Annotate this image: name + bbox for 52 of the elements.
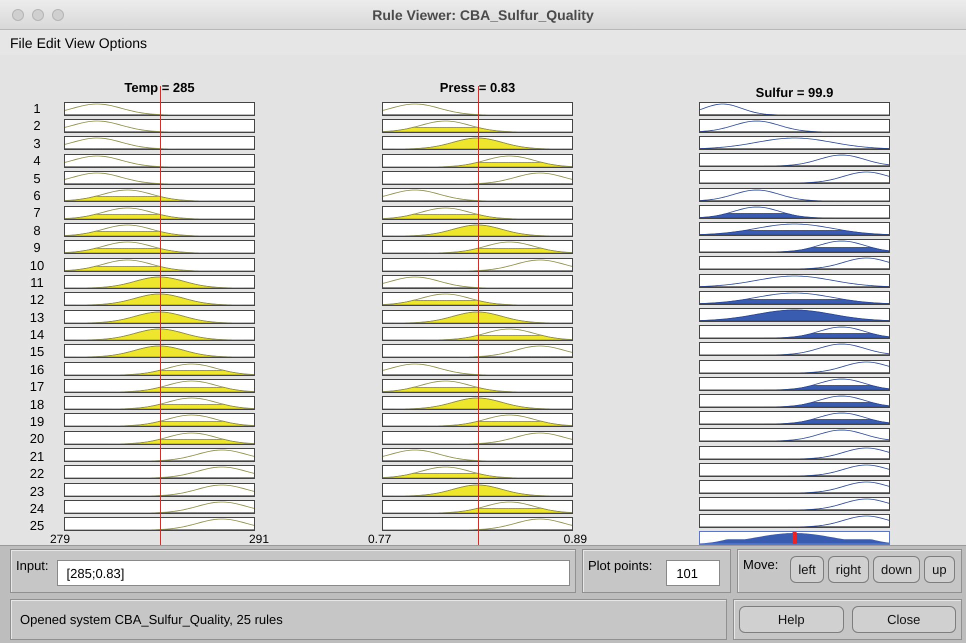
rule-number: 24 (30, 500, 44, 516)
rule-number: 10 (30, 258, 44, 273)
rule-number: 8 (33, 222, 41, 238)
variable-title: Temp = 285 (124, 80, 195, 95)
window-title: Rule Viewer: CBA_Sulfur_Quality (372, 6, 594, 22)
rule-number: 7 (33, 205, 41, 220)
move-button[interactable]: up (924, 556, 955, 582)
move-button[interactable]: right (828, 556, 870, 582)
rule-number: 12 (30, 292, 44, 308)
close-window-icon[interactable] (12, 8, 24, 20)
rule-number: 4 (33, 153, 41, 168)
rule-number: 15 (30, 344, 44, 360)
variable-title: Press = 0.83 (440, 80, 516, 95)
rule-number: 9 (33, 240, 41, 256)
rule-number: 2 (33, 118, 41, 134)
input-field[interactable]: [285;0.83] (56, 560, 570, 586)
dialog-button[interactable]: Help (739, 606, 844, 633)
range-label: 279 (50, 533, 70, 545)
variable-title: Sulfur = 99.9 (756, 85, 834, 100)
rule-number: 19 (30, 414, 44, 430)
rule-number: 21 (30, 448, 44, 464)
dialog-button[interactable]: Close (852, 606, 956, 633)
rule-number: 11 (30, 274, 44, 290)
range-label: 0.89 (564, 533, 587, 545)
rule-number: 16 (30, 362, 44, 377)
plot-points-field[interactable]: 101 (666, 560, 720, 586)
zoom-window-icon[interactable] (52, 8, 64, 20)
rule-number: 25 (30, 518, 44, 534)
rule-number: 13 (30, 310, 44, 325)
status-text: Opened system CBA_Sulfur_Quality, 25 rules (20, 612, 283, 627)
rule-number: 20 (30, 431, 44, 446)
menu-item[interactable]: File (10, 34, 33, 50)
rule-number: 3 (33, 136, 41, 151)
rule-number: 5 (33, 170, 41, 186)
rule-number: 17 (30, 379, 44, 394)
menu-item[interactable]: Edit (36, 34, 61, 50)
range-label: 0.77 (368, 533, 392, 545)
rule-number: 23 (30, 484, 44, 499)
plot-points-label: Plot points: (588, 557, 652, 573)
menu-item[interactable]: Options (98, 34, 148, 50)
rule-number: 1 (33, 101, 41, 116)
rule-number: 22 (30, 466, 44, 482)
range-label: 291 (248, 533, 269, 545)
minimize-window-icon[interactable] (32, 8, 44, 20)
input-label: Input: (16, 557, 49, 573)
move-button[interactable]: left (790, 556, 824, 582)
rule-number: 6 (33, 188, 41, 203)
rule-number: 14 (30, 327, 44, 342)
move-label: Move: (743, 557, 778, 572)
menu-item[interactable]: View (64, 34, 95, 50)
move-button[interactable]: down (873, 556, 920, 582)
rule-number: 18 (30, 396, 44, 412)
